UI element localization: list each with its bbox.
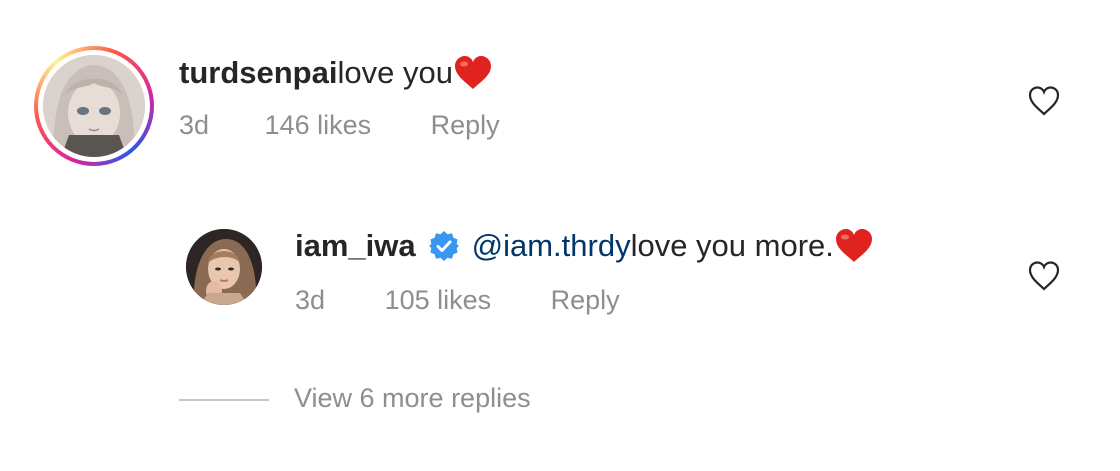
reply-likes-count[interactable]: 105 likes (385, 285, 492, 315)
reply-text: iam_iwa @iam.thrdy love you more. (295, 228, 874, 264)
story-ring[interactable] (34, 46, 154, 166)
reply-age: 3d (295, 285, 326, 315)
reply-username[interactable]: iam_iwa (295, 228, 416, 264)
reply-body: love you more. (630, 228, 834, 263)
selfie-avatar-icon (186, 229, 262, 305)
comment-age: 3d (179, 110, 210, 140)
comment-username[interactable]: turdsenpai (179, 55, 337, 91)
comment-likes-count[interactable]: 146 likes (265, 110, 372, 140)
reply-meta: 3d 105 likes Reply (295, 285, 620, 316)
comment-meta: 3d 146 likes Reply (179, 110, 500, 141)
comment-heart-icon[interactable] (1027, 85, 1061, 117)
reply-heart-icon[interactable] (1027, 260, 1061, 292)
reply-mention-link[interactable]: @iam.thrdy (472, 228, 631, 264)
comment-text: turdsenpai love you (179, 55, 493, 91)
red-heart-emoji-icon (835, 229, 872, 262)
anime-avatar-icon (43, 55, 145, 157)
verified-badge-icon (428, 231, 459, 261)
red-heart-emoji-icon (454, 56, 491, 89)
story-ring-gap (38, 50, 150, 162)
replies-divider (179, 399, 269, 401)
avatar-turdsenpai[interactable] (43, 55, 145, 157)
reply-reply-button[interactable]: Reply (551, 285, 620, 315)
avatar-iam-iwa[interactable] (186, 229, 262, 305)
comment-reply-button[interactable]: Reply (431, 110, 500, 140)
comment-body: love you (337, 55, 453, 90)
view-more-replies-button[interactable]: View 6 more replies (294, 383, 531, 414)
